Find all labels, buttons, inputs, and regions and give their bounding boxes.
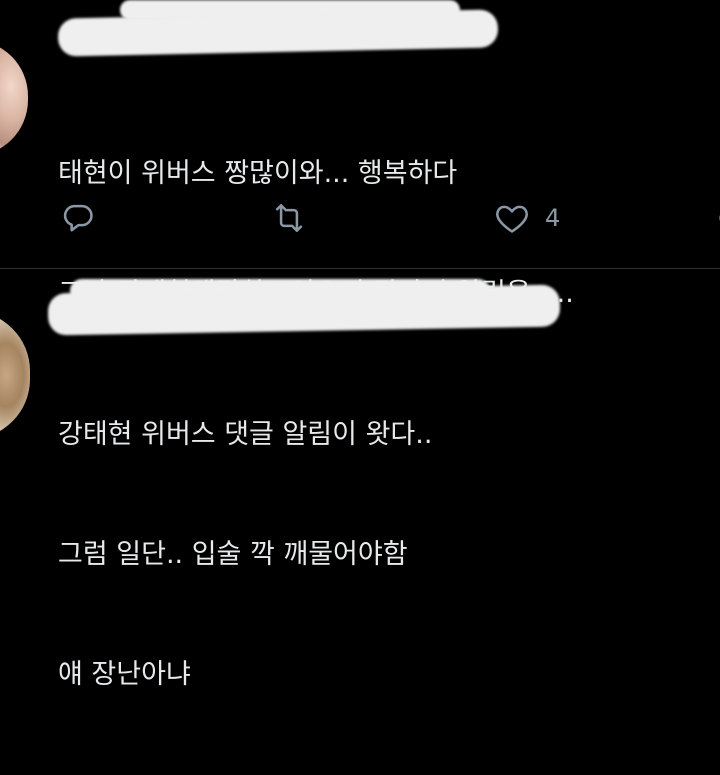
avatar[interactable] — [0, 311, 30, 439]
heart-icon — [496, 205, 528, 233]
share-icon — [719, 215, 720, 221]
tweet[interactable]: 태현이 위버스 짱많이와... 행복하다 그냥 강태현생각하고있으면 갑자기 알… — [0, 0, 720, 309]
reply-icon — [63, 204, 93, 232]
tweet-text-line: 태현이 위버스 짱많이와... 행복하다 — [58, 158, 458, 189]
like-button[interactable]: 4 — [493, 190, 560, 246]
redacted-username — [47, 284, 561, 336]
tweet[interactable]: 강태현 위버스 댓글 알림이 왓다.. 그럼 일단.. 입술 깍 깨물어야함 얘… — [0, 269, 720, 690]
tweet-text-line: 강태현 위버스 댓글 알림이 왓다.. — [58, 419, 433, 450]
tweet-text-line: 그럼 일단.. 입술 깍 깨물어야함 — [58, 539, 408, 570]
reply-button[interactable] — [59, 190, 97, 246]
tweet-text: 강태현 위버스 댓글 알림이 왓다.. 그럼 일단.. 입술 깍 깨물어야함 얘… — [58, 335, 432, 775]
share-button[interactable] — [708, 190, 720, 246]
retweet-button[interactable] — [270, 190, 308, 246]
redacted-username — [57, 9, 499, 57]
tweet-text-line: 얘 장난아냐 — [58, 659, 191, 690]
avatar[interactable] — [0, 40, 28, 156]
tweet-actions: 4 — [0, 190, 720, 246]
like-count: 4 — [545, 204, 561, 232]
retweet-icon — [275, 204, 303, 232]
